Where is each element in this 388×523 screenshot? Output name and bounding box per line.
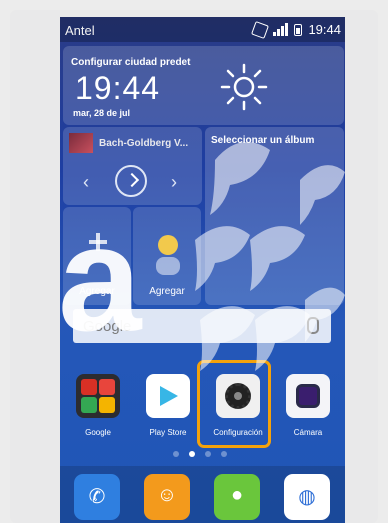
microphone-icon[interactable] bbox=[307, 317, 319, 334]
status-time: 19:44 bbox=[308, 22, 341, 37]
app-google[interactable]: Google bbox=[68, 374, 128, 437]
contact-icon bbox=[156, 235, 180, 275]
next-track-button[interactable]: › bbox=[171, 172, 177, 193]
browser-icon[interactable]: ◍ bbox=[284, 474, 330, 520]
weather-city-label[interactable]: Configurar ciudad predet bbox=[71, 57, 190, 68]
status-bar: Antel 19:44 bbox=[60, 17, 345, 42]
page-dot bbox=[205, 451, 211, 457]
camera-icon bbox=[286, 374, 330, 418]
add-widget-1[interactable]: Agregar bbox=[63, 207, 131, 305]
messages-icon[interactable]: ● bbox=[214, 474, 260, 520]
add-widget-label: Agregar bbox=[149, 286, 185, 297]
app-label: Cámara bbox=[293, 428, 323, 437]
app-camera[interactable]: Cámara bbox=[278, 374, 338, 437]
app-label: Google bbox=[85, 428, 111, 437]
battery-icon bbox=[294, 23, 303, 36]
carrier-name: Antel bbox=[65, 23, 95, 38]
album-widget[interactable]: Seleccionar un álbum bbox=[205, 127, 344, 305]
google-folder-icon bbox=[76, 374, 120, 418]
page-indicator bbox=[173, 451, 227, 457]
search-placeholder: Google bbox=[83, 318, 132, 335]
phone-icon[interactable]: ✆ bbox=[74, 474, 120, 520]
phone-screen: Antel 19:44 Configurar ciudad predet 19:… bbox=[60, 17, 345, 523]
add-person-icon bbox=[89, 233, 107, 251]
contacts-icon[interactable]: ☺ bbox=[144, 474, 190, 520]
album-widget-label: Seleccionar un álbum bbox=[211, 135, 315, 146]
weather-date: mar, 28 de jul bbox=[73, 108, 131, 118]
settings-highlight-box bbox=[197, 360, 271, 448]
album-art bbox=[69, 133, 93, 153]
add-widget-label: Agregar bbox=[79, 286, 115, 297]
previous-track-button[interactable]: ‹ bbox=[83, 172, 89, 193]
sun-icon bbox=[220, 63, 268, 111]
signal-icon bbox=[273, 23, 289, 36]
app-play-store[interactable]: Play Store bbox=[138, 374, 198, 437]
dock: ✆ ☺ ● ◍ bbox=[60, 466, 345, 523]
page-dot bbox=[173, 451, 179, 457]
vibrate-icon bbox=[251, 20, 270, 39]
music-widget[interactable]: Bach-Goldberg V... ‹ › bbox=[63, 127, 202, 205]
google-search-bar[interactable]: Google bbox=[73, 309, 331, 343]
play-store-icon bbox=[146, 374, 190, 418]
page-dot-active bbox=[189, 451, 195, 457]
play-button[interactable] bbox=[115, 165, 147, 197]
page-dot bbox=[221, 451, 227, 457]
track-title: Bach-Goldberg V... bbox=[99, 138, 189, 149]
weather-clock: 19:44 bbox=[75, 70, 161, 106]
add-widget-2[interactable]: Agregar bbox=[133, 207, 201, 305]
weather-widget[interactable]: Configurar ciudad predet 19:44 mar, 28 d… bbox=[63, 46, 344, 125]
app-label: Play Store bbox=[149, 428, 187, 437]
status-icons: 19:44 bbox=[251, 20, 341, 39]
